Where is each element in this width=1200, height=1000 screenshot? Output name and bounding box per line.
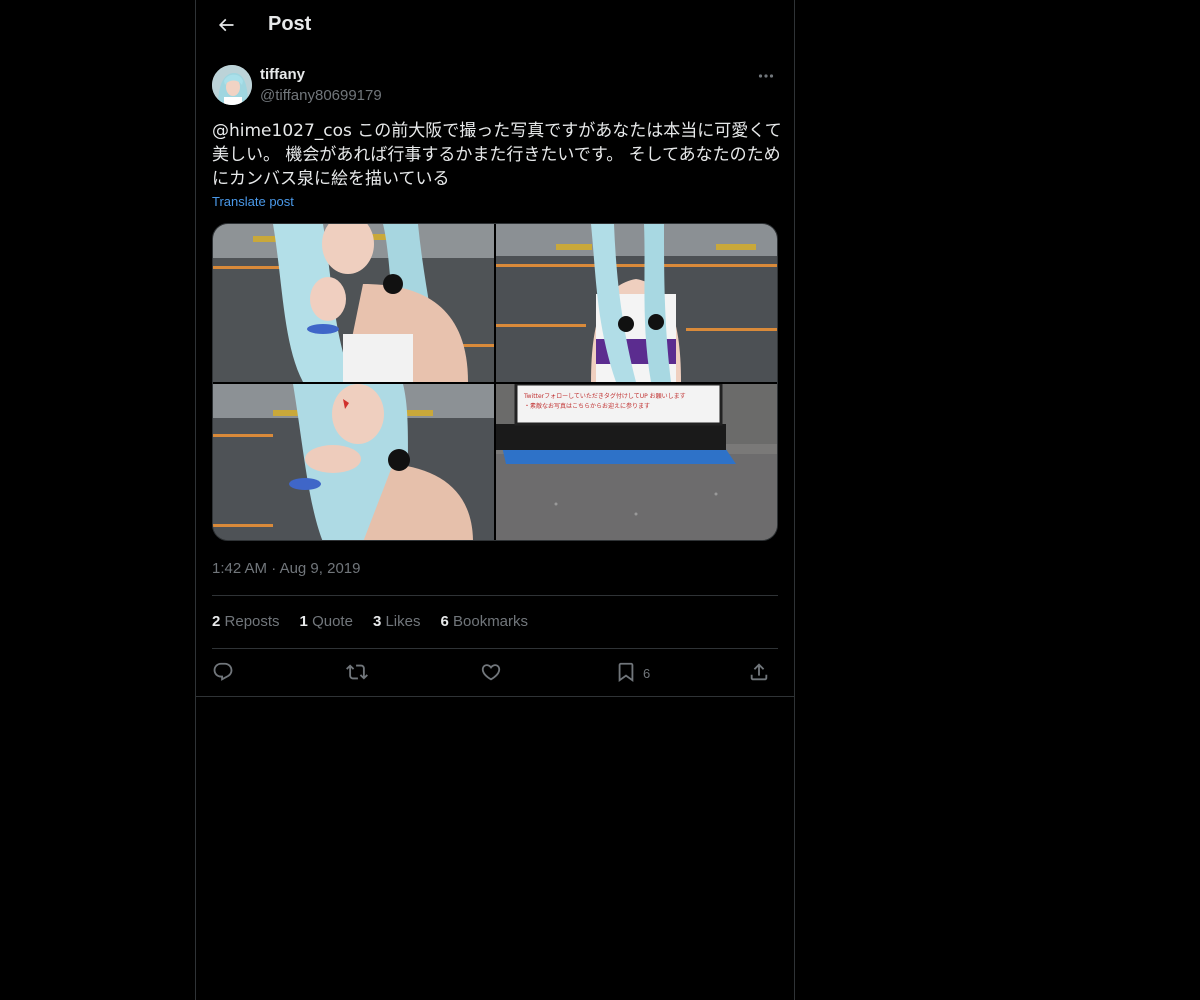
reposts-stat[interactable]: 2 Reposts: [212, 613, 280, 630]
translate-post-link[interactable]: Translate post: [212, 194, 294, 209]
cosplay-photo-4[interactable]: Twitterフォローしていただきタグ付けしてUP お願いします ・素敵なお写真…: [496, 384, 777, 540]
cosplay-photo-1[interactable]: [213, 224, 494, 382]
post-bottom-divider: [196, 696, 794, 697]
author-display-name[interactable]: tiffany: [260, 66, 305, 83]
stats-bottom-divider: [212, 648, 778, 649]
bookmarks-label: Bookmarks: [453, 613, 529, 630]
post-author: tiffany @tiffany80699179: [212, 64, 778, 108]
cosplay-photo-3[interactable]: [213, 384, 494, 540]
reposts-label: Reposts: [224, 613, 280, 630]
quotes-stat[interactable]: 1 Quote: [300, 613, 353, 630]
likes-count: 3: [372, 613, 382, 630]
sign-line-1: Twitterフォローしていただきタグ付けしてUP お願いします: [523, 392, 686, 400]
post-stats: 2 Reposts 1 Quote 3 Likes 6 Bookmarks: [212, 613, 528, 630]
quote-label: Quote: [312, 613, 353, 630]
likes-label: Likes: [385, 613, 421, 630]
post-time[interactable]: 1:42 AM: [212, 560, 267, 577]
bookmarks-count: 6: [440, 613, 449, 630]
more-icon: [758, 66, 774, 84]
heart-icon: [480, 661, 502, 686]
cosplay-photo-2[interactable]: [496, 224, 777, 382]
author-handle[interactable]: @tiffany80699179: [260, 87, 382, 104]
top-bar: Post: [196, 0, 794, 54]
repost-button[interactable]: [346, 660, 368, 686]
share-button[interactable]: [748, 660, 770, 686]
quote-count: 1: [299, 613, 308, 630]
repost-icon: [346, 661, 368, 686]
post-text: @hime1027_cos この前大阪で撮った写真ですがあなたは本当に可愛くて美…: [212, 119, 782, 191]
share-icon: [748, 661, 770, 686]
likes-stat[interactable]: 3 Likes: [373, 613, 421, 630]
timestamp-separator: ·: [271, 560, 277, 577]
bookmarks-stat[interactable]: 6 Bookmarks: [440, 613, 528, 630]
post-media-grid: Twitterフォローしていただきタグ付けしてUP お願いします ・素敵なお写真…: [212, 223, 778, 541]
more-options-button[interactable]: [754, 64, 778, 86]
avatar[interactable]: [212, 65, 252, 105]
bookmark-icon: [615, 661, 637, 686]
bookmark-action-count: 6: [643, 665, 651, 681]
action-bar: 6: [212, 658, 778, 688]
bookmark-button[interactable]: 6: [615, 660, 650, 686]
back-button[interactable]: [208, 9, 244, 45]
page-title: Post: [268, 13, 312, 35]
reply-icon: [212, 661, 234, 686]
sign-line-2: ・素敵なお写真はこちらからお迎えに参ります: [524, 402, 650, 410]
mention-link[interactable]: @hime1027_cos: [212, 121, 352, 141]
arrow-left-icon: [216, 15, 236, 40]
like-button[interactable]: [480, 660, 502, 686]
post-date[interactable]: Aug 9, 2019: [280, 560, 361, 577]
reply-button[interactable]: [212, 660, 234, 686]
post-timestamp: 1:42 AM · Aug 9, 2019: [212, 560, 360, 577]
reposts-count: 2: [212, 613, 221, 630]
post-column: Post tiffany @tiffany80699179 @hime1027_…: [195, 0, 795, 1000]
stats-top-divider: [212, 595, 778, 596]
